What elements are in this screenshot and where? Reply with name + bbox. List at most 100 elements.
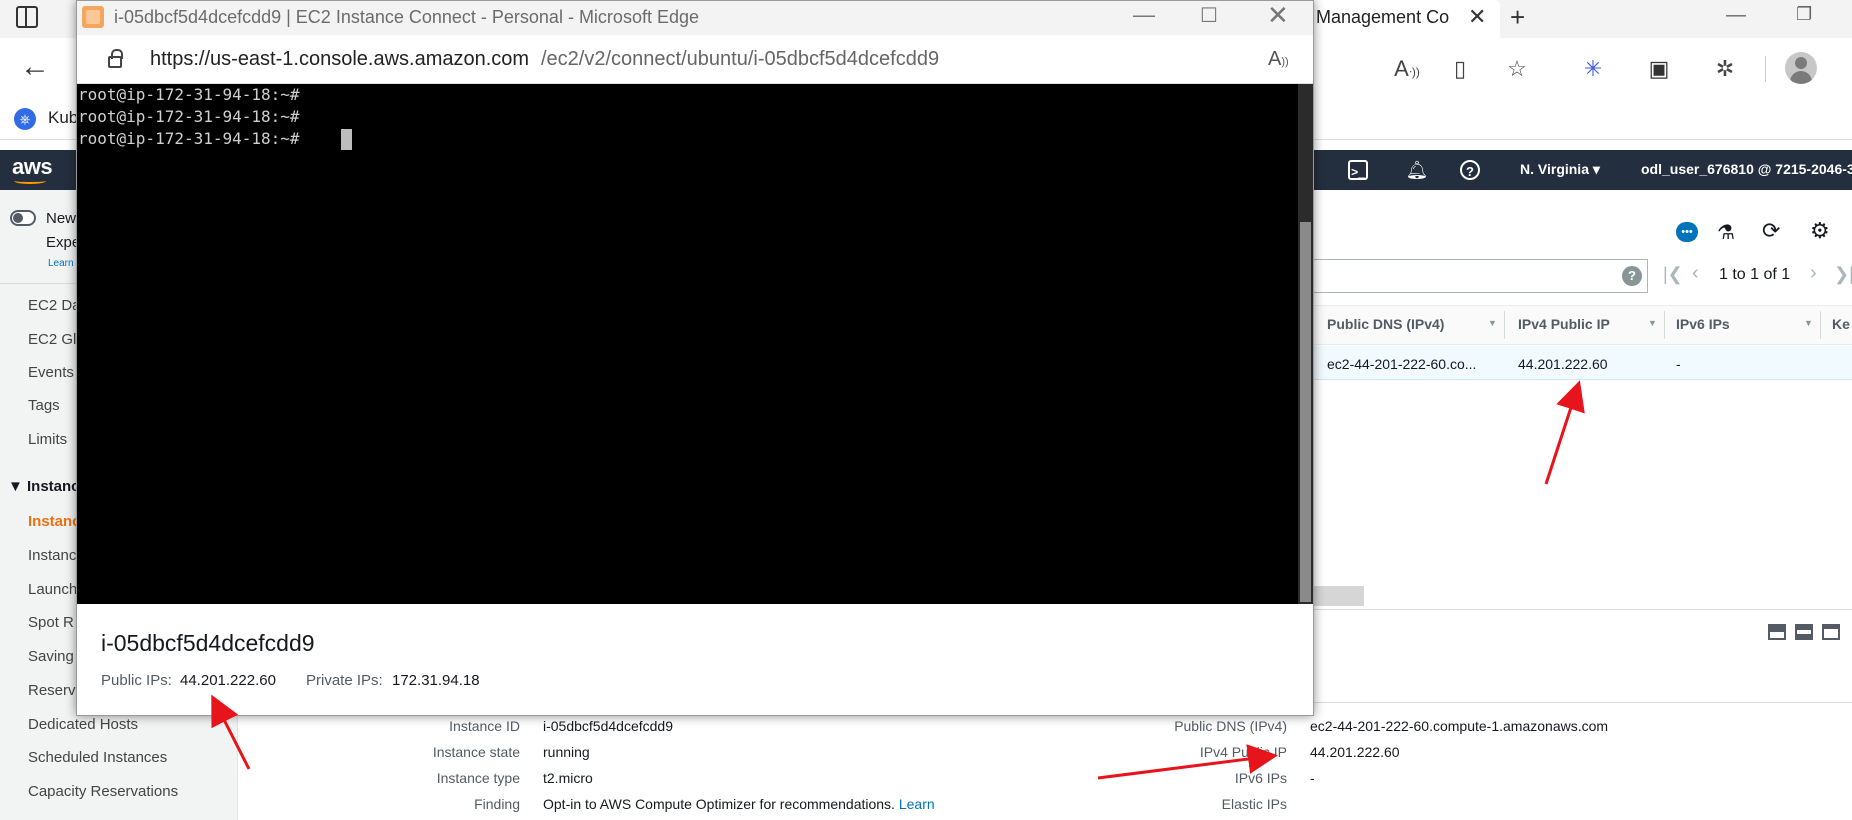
- sidebar-item-savings-plans[interactable]: Saving: [28, 648, 74, 665]
- tabs-icon[interactable]: [16, 6, 38, 28]
- sort-caret-icon[interactable]: ▼: [1488, 318, 1497, 328]
- sidebar-item-capacity-reservations[interactable]: Capacity Reservations: [28, 783, 178, 800]
- gear-icon[interactable]: ⚙: [1810, 218, 1830, 244]
- sidebar-item-events[interactable]: Events: [28, 364, 74, 381]
- aws-logo-smile: [14, 178, 46, 184]
- layout-split-icon[interactable]: [1795, 624, 1813, 640]
- sort-caret-icon[interactable]: ▼: [1804, 318, 1813, 328]
- terminal-cursor: [341, 129, 352, 150]
- help-icon[interactable]: ?: [1622, 266, 1642, 286]
- detail-value-ipv4-public-ip: 44.201.222.60: [1310, 744, 1400, 760]
- close-icon[interactable]: ✕: [1267, 0, 1289, 31]
- layout-side-icon[interactable]: [1822, 624, 1840, 640]
- cell-ipv6-ips: -: [1676, 356, 1681, 372]
- arrow-to-table-ip: [1544, 380, 1585, 485]
- detail-label-instance-id: Instance ID: [449, 718, 520, 734]
- favorite-kubernetes[interactable]: Kub: [48, 108, 78, 128]
- minimize-icon[interactable]: —: [1726, 4, 1746, 27]
- detail-label-ipv4-public-ip: IPv4 Public IP: [1199, 744, 1287, 760]
- horizontal-scrollbar[interactable]: [1300, 586, 1852, 606]
- next-page-icon[interactable]: ›: [1810, 262, 1817, 285]
- detail-label-elastic-ips: Elastic IPs: [1221, 796, 1287, 812]
- terminal-line: root@ip-172-31-94-18:~#: [78, 85, 300, 104]
- help-icon[interactable]: ?: [1460, 160, 1480, 180]
- url-host[interactable]: https://us-east-1.console.aws.amazon.com: [150, 48, 529, 71]
- refresh-icon[interactable]: ⟳: [1762, 218, 1780, 244]
- sidebar-item-scheduled-instances[interactable]: Scheduled Instances: [28, 749, 167, 766]
- detail-value-instance-type: t2.micro: [543, 770, 593, 786]
- sidebar-item-tags[interactable]: Tags: [28, 397, 60, 414]
- detail-label-instance-type: Instance type: [436, 770, 520, 786]
- new-tab-icon[interactable]: +: [1510, 2, 1525, 33]
- toolbar-separator: [1765, 56, 1766, 82]
- maximize-icon[interactable]: ☐: [1200, 3, 1218, 28]
- detail-label-ipv6-ips: IPv6 IPs: [1234, 770, 1287, 786]
- aws-logo[interactable]: aws: [12, 154, 53, 180]
- public-ips-label: Public IPs:: [101, 672, 172, 689]
- learn-more-link[interactable]: Learn: [48, 258, 74, 269]
- public-ips-value: 44.201.222.60: [180, 672, 276, 689]
- layout-bottom-icon[interactable]: [1768, 624, 1786, 640]
- read-aloud-icon[interactable]: Aᐧ)): [1392, 54, 1422, 84]
- cell-ipv4-public-ip: 44.201.222.60: [1518, 356, 1608, 372]
- read-aloud-icon[interactable]: A)): [1268, 48, 1289, 71]
- detail-value-instance-id: i-05dbcf5d4dcefcdd9: [543, 718, 673, 734]
- feedback-chat-icon[interactable]: •••: [1676, 222, 1698, 242]
- copilot-icon[interactable]: ✳: [1578, 54, 1608, 84]
- add-favorite-icon[interactable]: ☆: [1502, 54, 1532, 84]
- flask-icon[interactable]: ⚗: [1717, 220, 1735, 245]
- terminal-line: root@ip-172-31-94-18:~#: [78, 107, 300, 126]
- region-selector[interactable]: N. Virginia ▾: [1520, 161, 1600, 178]
- sidebar-item-instance-types[interactable]: Instanc: [28, 547, 76, 564]
- new-experience-toggle[interactable]: [10, 210, 36, 226]
- detail-label-public-dns: Public DNS (IPv4): [1174, 718, 1287, 734]
- new-experience-label: New: [46, 210, 77, 227]
- account-menu[interactable]: odl_user_676810 @ 7215-2046-3: [1641, 161, 1852, 177]
- terminal-line: root@ip-172-31-94-18:~#: [78, 129, 310, 148]
- column-ipv4-public-ip[interactable]: IPv4 Public IP: [1518, 316, 1610, 332]
- previous-page-icon[interactable]: ‹: [1692, 262, 1699, 285]
- instance-id-heading: i-05dbcf5d4dcefcdd9: [101, 630, 315, 656]
- column-separator: [1664, 311, 1665, 339]
- terminal-scrollbar-thumb[interactable]: [1300, 222, 1311, 602]
- sidebar-item-spot-requests[interactable]: Spot R: [28, 614, 74, 631]
- terminal-window[interactable]: [77, 84, 1313, 604]
- sidebar-item-reserved-instances[interactable]: Reserv: [28, 682, 76, 699]
- detail-value-ipv6-ips: -: [1310, 770, 1315, 786]
- detail-value-finding: Opt-in to AWS Compute Optimizer for reco…: [543, 796, 935, 812]
- sidebar-item-dedicated-hosts[interactable]: Dedicated Hosts: [28, 716, 138, 733]
- column-key-name[interactable]: Ke: [1832, 316, 1850, 332]
- learn-link[interactable]: Learn: [899, 796, 935, 812]
- column-ipv6-ips[interactable]: IPv6 IPs: [1676, 316, 1730, 332]
- detail-value-public-dns: ec2-44-201-222-60.compute-1.amazonaws.co…: [1310, 718, 1609, 734]
- last-page-icon[interactable]: ❯|: [1834, 264, 1852, 285]
- private-ips-value: 172.31.94.18: [392, 672, 480, 689]
- sidebar-item-ec2-dashboard[interactable]: EC2 Da: [28, 297, 81, 314]
- lock-icon[interactable]: [108, 49, 123, 68]
- notifications-icon[interactable]: 🔔︎: [1405, 158, 1429, 182]
- puzzle-icon[interactable]: ✲: [1710, 54, 1740, 84]
- close-tab-icon[interactable]: ✕: [1468, 4, 1486, 30]
- column-public-dns[interactable]: Public DNS (IPv4): [1327, 316, 1444, 332]
- back-arrow-icon[interactable]: ←: [20, 50, 50, 84]
- url-path[interactable]: /ec2/v2/connect/ubuntu/i-05dbcf5d4dcefcd…: [541, 48, 939, 71]
- immersive-reader-icon[interactable]: ▯: [1445, 54, 1475, 84]
- pagination-label: 1 to 1 of 1: [1719, 266, 1791, 283]
- private-ips-label: Private IPs:: [306, 672, 383, 689]
- sidebar-item-ec2-global-view[interactable]: EC2 Gl: [28, 331, 76, 348]
- filter-input[interactable]: [1300, 259, 1648, 293]
- sidebar-item-launch-templates[interactable]: Launch: [28, 581, 77, 598]
- profile-icon[interactable]: [1785, 52, 1817, 84]
- restore-icon[interactable]: ❐: [1796, 4, 1812, 25]
- extension-icon[interactable]: ▣: [1644, 54, 1674, 84]
- column-separator: [1820, 311, 1821, 339]
- detail-label-instance-state: Instance state: [432, 744, 520, 760]
- kubernetes-icon: ⎈: [14, 108, 36, 130]
- cloudshell-icon[interactable]: >_: [1348, 160, 1368, 180]
- minimize-icon[interactable]: —: [1133, 2, 1155, 28]
- cell-public-dns: ec2-44-201-222-60.co...: [1327, 356, 1477, 372]
- sidebar-item-limits[interactable]: Limits: [28, 431, 67, 448]
- instance-info-panel: [77, 604, 1313, 714]
- first-page-icon[interactable]: |❮: [1663, 264, 1683, 285]
- sort-caret-icon[interactable]: ▼: [1648, 318, 1657, 328]
